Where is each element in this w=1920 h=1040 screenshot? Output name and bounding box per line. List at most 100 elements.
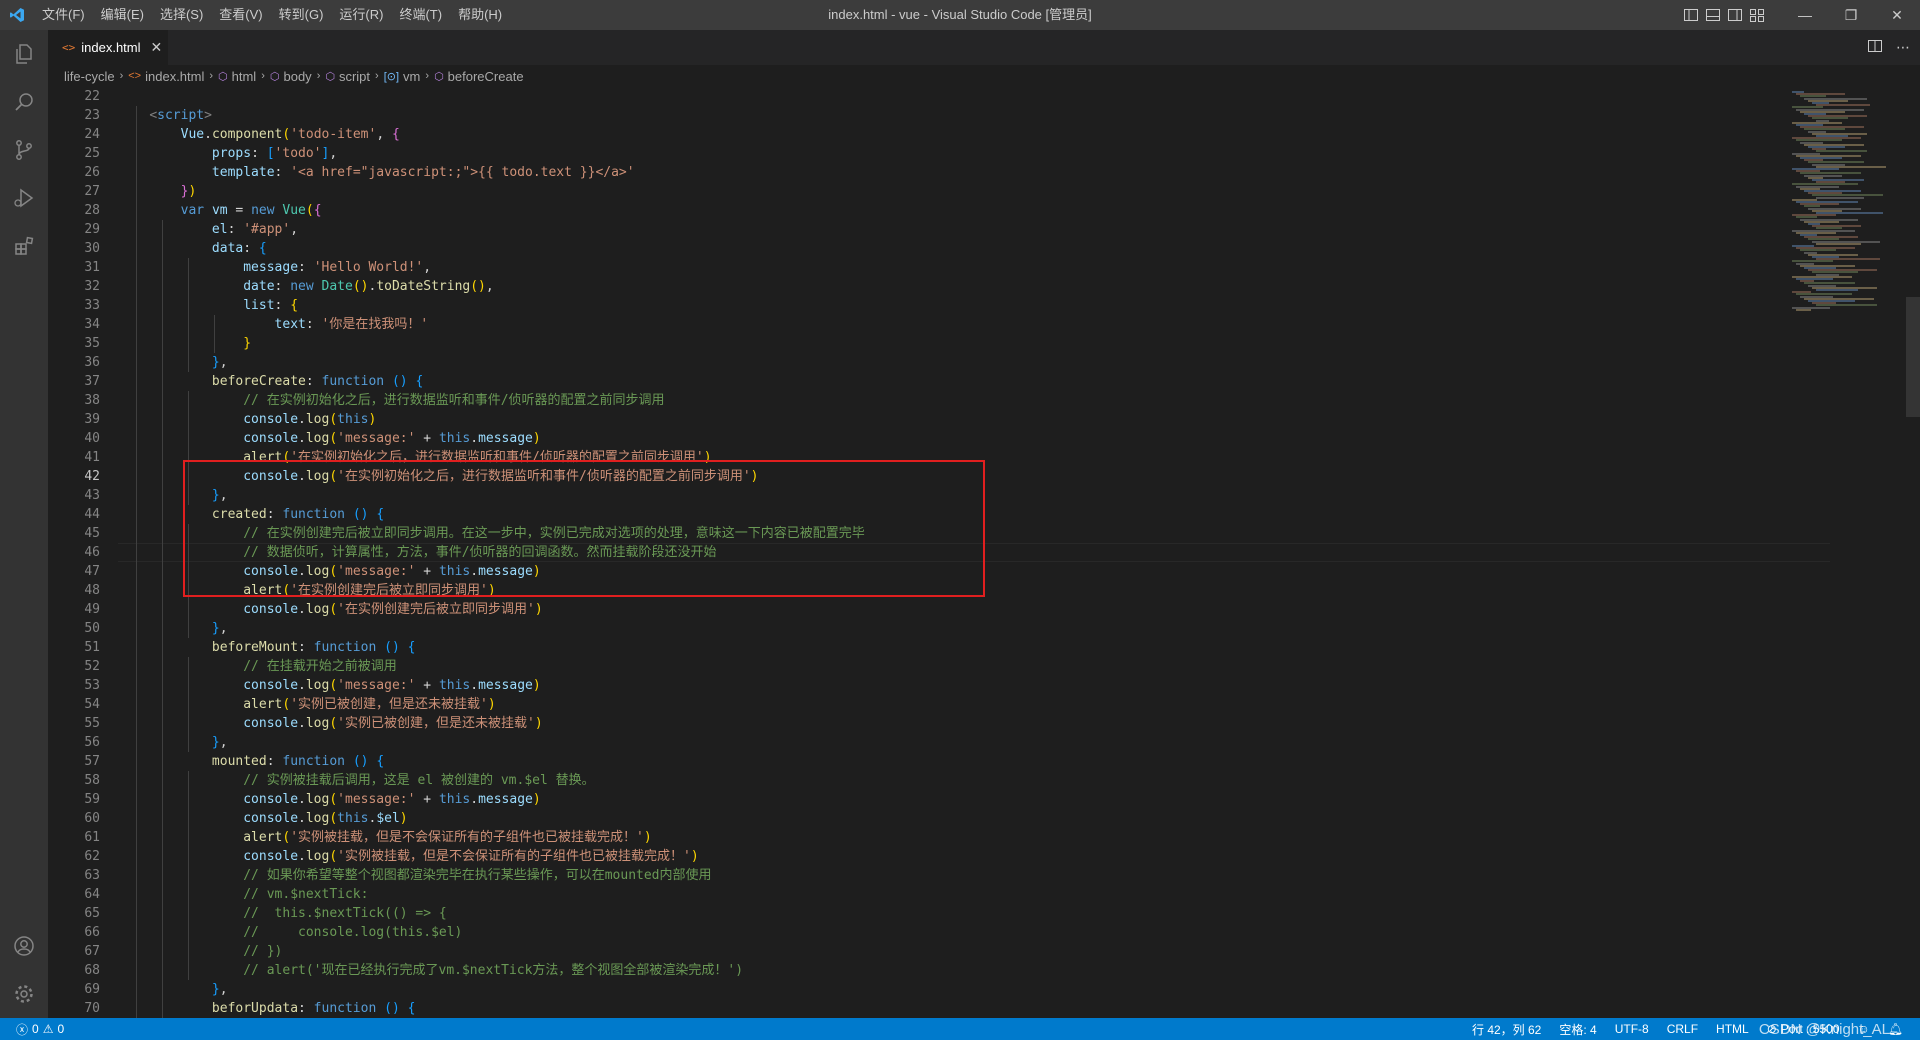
variable-icon: [⊙] — [383, 70, 400, 83]
code-line[interactable]: console.log('在实例创建完后被立即同步调用') — [118, 600, 1818, 619]
breadcrumb-item[interactable]: life-cycle — [64, 69, 115, 84]
menu-item[interactable]: 转到(G) — [271, 0, 332, 30]
code-line[interactable]: } — [118, 334, 1818, 353]
code-line[interactable]: console.log('message:' + this.message) — [118, 429, 1818, 448]
toggle-secondary-sidebar-icon[interactable] — [1724, 0, 1746, 30]
restore-button[interactable]: ❐ — [1828, 0, 1874, 30]
code-token: 'message:' — [337, 431, 416, 446]
split-editor-icon[interactable] — [1868, 39, 1882, 56]
encoding-status[interactable]: UTF-8 — [1606, 1022, 1658, 1036]
code-token: ) — [532, 431, 541, 446]
activity-bar — [0, 30, 48, 1018]
code-line[interactable]: alert('实例已被创建，但是还未被挂载') — [118, 695, 1818, 714]
language-mode[interactable]: HTML — [1707, 1022, 1758, 1036]
code-line[interactable]: console.log('message:' + this.message) — [118, 790, 1818, 809]
line-number: 54 — [84, 697, 100, 712]
vertical-scrollbar[interactable] — [1906, 87, 1920, 1018]
code-line[interactable]: // }) — [118, 942, 1818, 961]
code-line[interactable]: text: '你是在找我吗！' — [118, 315, 1818, 334]
eol-status[interactable]: CRLF — [1658, 1022, 1707, 1036]
code-line[interactable]: }, — [118, 733, 1818, 752]
menu-item[interactable]: 文件(F) — [34, 0, 93, 30]
code-token: console — [243, 602, 299, 617]
code-line[interactable]: // console.log(this.$el) — [118, 923, 1818, 942]
toggle-panel-icon[interactable] — [1702, 0, 1724, 30]
code-token: ) — [188, 184, 197, 199]
breadcrumb-item[interactable]: ⬡ body — [270, 69, 312, 84]
code-line[interactable]: alert('实例被挂载，但是不会保证所有的子组件也已被挂载完成！') — [118, 828, 1818, 847]
code-line[interactable]: beforeCreate: function () { — [118, 372, 1818, 391]
breadcrumb-label: life-cycle — [64, 68, 115, 84]
line-number: 61 — [84, 830, 100, 845]
code-line[interactable]: beforUpdata: function () { — [118, 999, 1818, 1018]
error-icon: ⓧ — [16, 1022, 29, 1037]
code-line[interactable]: Vue.component('todo-item', { — [118, 125, 1818, 144]
code-line[interactable]: console.log(this.$el) — [118, 809, 1818, 828]
code-line[interactable]: // 在实例初始化之后，进行数据监听和事件/侦听器的配置之前同步调用 — [118, 391, 1818, 410]
code-line[interactable]: // alert('现在已经执行完成了vm.$nextTick方法，整个视图全部… — [118, 961, 1818, 980]
code-line[interactable]: // 在挂载开始之前被调用 — [118, 657, 1818, 676]
close-window-button[interactable]: ✕ — [1874, 0, 1920, 30]
menu-item[interactable]: 运行(R) — [331, 0, 391, 30]
code-token: : — [274, 298, 291, 313]
menu-item[interactable]: 查看(V) — [211, 0, 270, 30]
code-line[interactable]: date: new Date().toDateString(), — [118, 277, 1818, 296]
code-line[interactable]: console.log('实例已被创建，但是还未被挂载') — [118, 714, 1818, 733]
code-line[interactable] — [118, 87, 1818, 106]
menu-bar: 文件(F) 编辑(E) 选择(S) 查看(V) 转到(G) 运行(R) 终端(T) 帮助(H) — [34, 0, 510, 30]
more-actions-icon[interactable]: ⋯ — [1896, 39, 1910, 56]
customize-layout-icon[interactable] — [1746, 0, 1768, 30]
code-line[interactable]: message: 'Hello World!', — [118, 258, 1818, 277]
code-line[interactable]: data: { — [118, 239, 1818, 258]
code-line[interactable]: // vm.$nextTick: — [118, 885, 1818, 904]
code-token: . — [298, 792, 306, 807]
breadcrumb-item[interactable]: ⬡ script — [325, 69, 370, 84]
toggle-sidebar-icon[interactable] — [1680, 0, 1702, 30]
code-token: message — [478, 678, 533, 693]
cursor-position[interactable]: 行 42，列 62 — [1463, 1021, 1550, 1038]
code-line[interactable]: }, — [118, 619, 1818, 638]
code-line[interactable]: <script> — [118, 106, 1818, 125]
menu-item[interactable]: 选择(S) — [152, 0, 211, 30]
breadcrumb-item[interactable]: ⬡ beforeCreate — [434, 69, 524, 84]
minimap[interactable] — [1786, 87, 1906, 1018]
source-control-icon[interactable] — [0, 126, 48, 174]
code-line[interactable]: template: '<a href="javascript:;">{{ tod… — [118, 163, 1818, 182]
menu-item[interactable]: 编辑(E) — [93, 0, 152, 30]
minimize-button[interactable]: — — [1782, 0, 1828, 30]
code-line[interactable]: console.log('实例被挂载，但是不会保证所有的子组件也已被挂载完成！'… — [118, 847, 1818, 866]
code-line[interactable]: mounted: function () { — [118, 752, 1818, 771]
line-number: 46 — [84, 545, 100, 560]
code-line[interactable]: props: ['todo'], — [118, 144, 1818, 163]
explorer-icon[interactable] — [0, 30, 48, 78]
problems-indicator[interactable]: ⓧ 0 ⚠ 0 — [12, 1021, 68, 1038]
menu-item[interactable]: 终端(T) — [391, 0, 450, 30]
run-debug-icon[interactable] — [0, 174, 48, 222]
tab-index-html[interactable]: <> index.html ✕ — [48, 30, 168, 65]
breadcrumb-item[interactable]: [⊙] vm — [384, 69, 421, 84]
search-icon[interactable] — [0, 78, 48, 126]
code-line[interactable]: // 实例被挂载后调用，这是 el 被创建的 vm.$el 替换。 — [118, 771, 1818, 790]
account-icon[interactable] — [0, 922, 48, 970]
code-editor[interactable]: 22 23 24 25 26 27 28 29 30 31 32 33 34 35 36 37 38 39 40 41… — [48, 87, 1920, 1018]
breadcrumb-item[interactable]: <> index.html — [128, 69, 204, 84]
code-line[interactable]: console.log('message:' + this.message) — [118, 676, 1818, 695]
code-token: ) — [690, 849, 699, 864]
code-line[interactable]: }, — [118, 353, 1818, 372]
code-line[interactable]: beforeMount: function () { — [118, 638, 1818, 657]
code-line[interactable]: list: { — [118, 296, 1818, 315]
code-line[interactable]: }, — [118, 980, 1818, 999]
code-line[interactable]: el: '#app', — [118, 220, 1818, 239]
scrollbar-thumb[interactable] — [1906, 297, 1920, 417]
menu-item[interactable]: 帮助(H) — [450, 0, 510, 30]
code-line[interactable]: // this.$nextTick(() => { — [118, 904, 1818, 923]
settings-gear-icon[interactable] — [0, 970, 48, 1018]
code-line[interactable]: }) — [118, 182, 1818, 201]
breadcrumb-item[interactable]: ⬡ html — [218, 69, 256, 84]
code-line[interactable]: var vm = new Vue({ — [118, 201, 1818, 220]
indentation-status[interactable]: 空格: 4 — [1550, 1021, 1605, 1038]
code-line[interactable]: console.log(this) — [118, 410, 1818, 429]
code-line[interactable]: // 如果你希望等整个视图都渲染完毕在执行某些操作，可以在mounted内部使用 — [118, 866, 1818, 885]
tab-close-icon[interactable]: ✕ — [151, 39, 163, 56]
extensions-icon[interactable] — [0, 222, 48, 270]
